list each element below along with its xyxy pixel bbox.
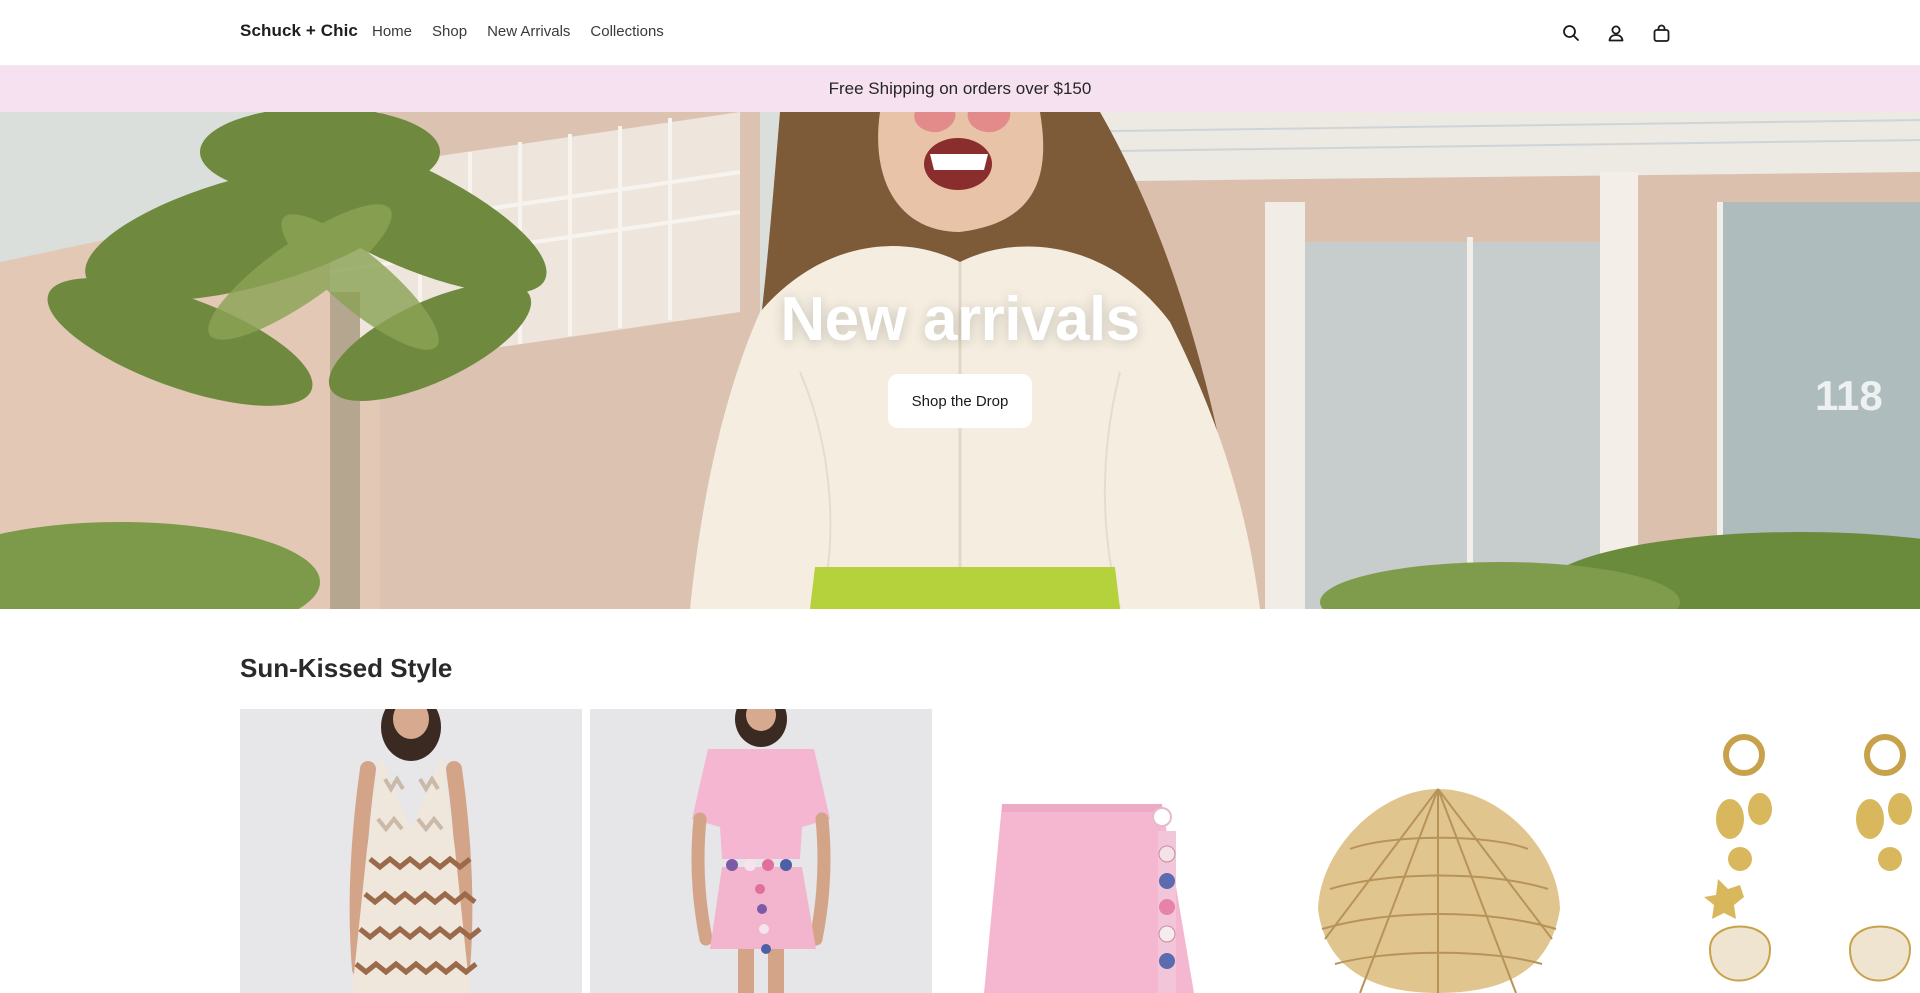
product-card[interactable]	[940, 709, 1282, 993]
main-nav: Home Shop New Arrivals Collections	[372, 23, 664, 40]
search-icon[interactable]	[1558, 20, 1584, 46]
nav-shop-link[interactable]: Shop	[432, 23, 467, 40]
header-actions	[1558, 20, 1674, 46]
brand-logo[interactable]: Schuck + Chic	[240, 21, 358, 41]
announcement-bar: Free Shipping on orders over $150	[0, 66, 1920, 112]
shop-the-drop-button[interactable]: Shop the Drop	[888, 374, 1032, 428]
nav-new-arrivals-link[interactable]: New Arrivals	[487, 23, 570, 40]
hero-title: New arrivals	[780, 285, 1140, 354]
nav-collections-link[interactable]: Collections	[590, 23, 663, 40]
collection-title: Sun-Kissed Style	[240, 653, 453, 683]
seashell-earrings-image	[1704, 734, 1912, 982]
product-card[interactable]	[240, 709, 582, 993]
nav-home-link[interactable]: Home	[372, 23, 412, 40]
product-card[interactable]	[590, 709, 932, 993]
cart-icon[interactable]	[1648, 20, 1674, 46]
hero-image: 118	[0, 112, 1920, 609]
product-card[interactable]	[1290, 709, 1632, 993]
pink-skirt-image	[984, 804, 1194, 993]
product-card[interactable]	[1640, 709, 1920, 993]
announcement-text: Free Shipping on orders over $150	[828, 79, 1092, 98]
svg-text:118: 118	[1815, 372, 1883, 419]
hero-banner: 118 New arrivals Shop the Drop	[0, 112, 1920, 609]
rattan-clutch-image	[1318, 788, 1560, 993]
site-header: Schuck + Chic Home Shop New Arrivals Col…	[0, 0, 1920, 66]
zigzag-romper-image	[349, 709, 482, 993]
account-icon[interactable]	[1603, 20, 1629, 46]
pink-set-image	[691, 709, 831, 993]
